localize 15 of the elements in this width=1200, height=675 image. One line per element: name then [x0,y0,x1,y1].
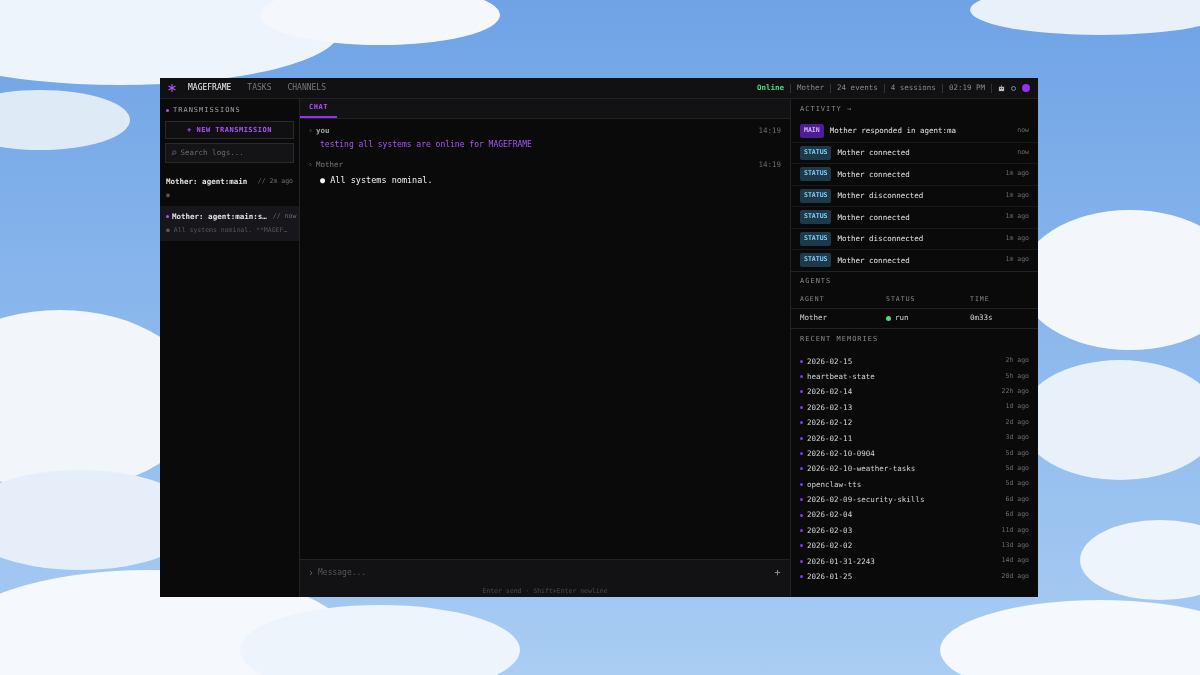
chevron-icon [309,569,313,576]
message-field[interactable]: Message... [300,559,790,585]
nav-tab[interactable]: MAGEFRAME [188,82,232,94]
chevron-icon [309,162,312,168]
nav-tab[interactable]: TASKS [247,82,272,94]
message-text: ● All systems nominal. [319,173,434,187]
chevron-icon [309,128,312,134]
snowflake-icon [168,84,176,92]
message-text: testing all systems are online for MAGEFRAME [319,139,533,152]
avatar[interactable] [1022,84,1030,92]
message-input[interactable]: Message... [318,566,769,579]
robot-icon[interactable] [998,84,1005,92]
send-icon[interactable] [774,569,781,576]
search-icon [171,150,177,156]
nav-tab[interactable]: CHANNELS [287,82,326,94]
